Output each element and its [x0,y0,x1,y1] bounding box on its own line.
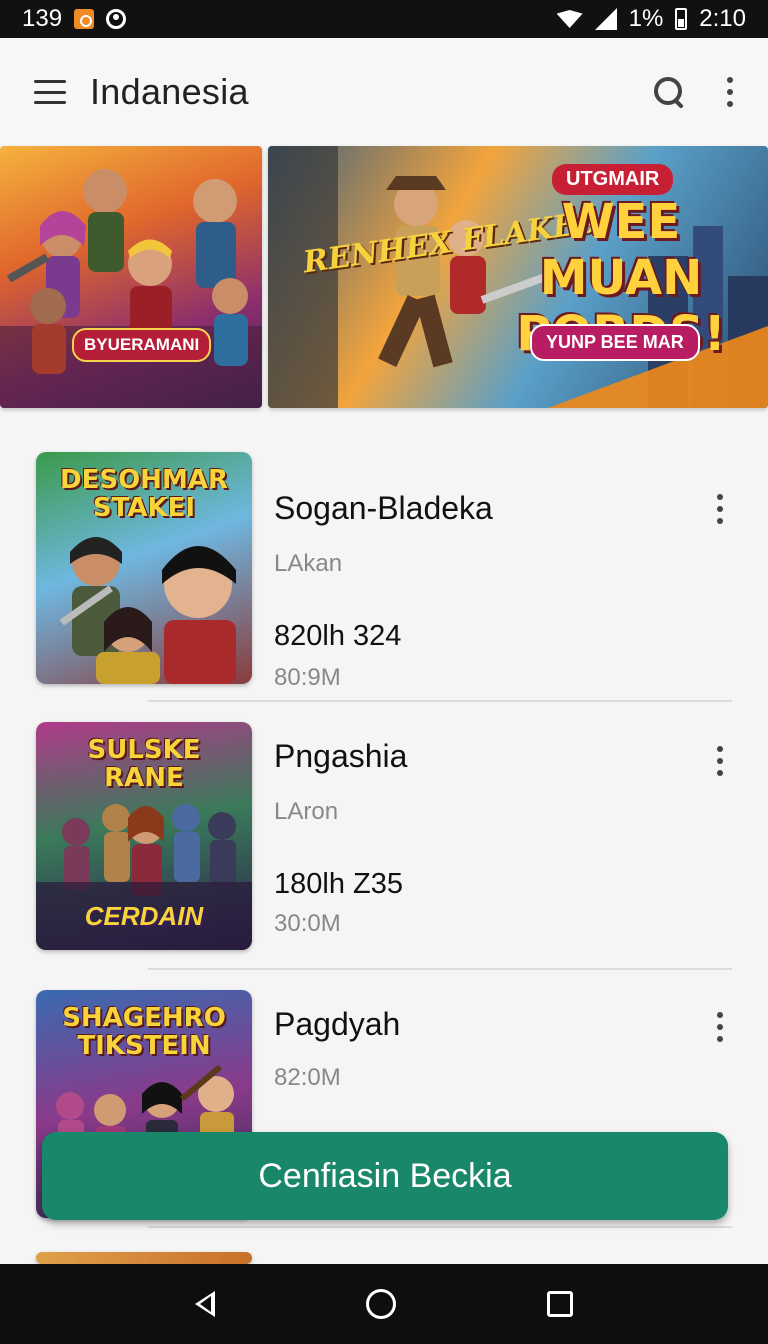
featured-banner-2[interactable]: RENHEX FLAKES UTGMAIR WEE MUAN PORDS! YU… [268,146,768,408]
list-divider [148,1226,732,1228]
list-divider [148,700,732,702]
list-item[interactable]: SULSKE RANE CERDAIN Pngashia LAron 180lh… [0,722,768,954]
signal-icon [594,8,617,30]
item-more-options-icon[interactable] [716,746,724,776]
thumbnail-subtitle: CERDAIN [84,901,204,931]
wifi-icon [556,10,583,28]
featured-banners: BYUERAMANI RENHEX FLAKES UTGMAIR WEE MUA… [0,146,768,408]
banner-2-badge: YUNP BEE MAR [530,324,700,361]
primary-cta-button[interactable]: Cenfiasin Beckia [42,1132,728,1220]
sync-icon [106,9,127,29]
notification-icon [74,9,95,29]
thumbnail-title: SULSKE RANE [87,735,201,793]
banner-2-top-tag: UTGMAIR [552,164,674,195]
more-options-icon[interactable] [726,77,734,107]
item-size: 82:0M [274,1064,341,1091]
banner-1-label: BYUERAMANI [72,328,212,362]
app-thumbnail: SULSKE RANE CERDAIN [36,722,252,950]
battery-icon [675,8,688,30]
item-stat: 820lh 324 [274,620,402,652]
item-title: Pagdyah [274,1006,401,1042]
item-title: Sogan-Bladeka [274,490,493,526]
search-icon[interactable] [652,75,686,109]
back-icon[interactable] [195,1291,216,1317]
item-size: 30:0M [274,910,341,937]
item-more-options-icon[interactable] [716,494,724,524]
hamburger-menu-icon[interactable] [34,80,66,104]
recent-apps-icon[interactable] [546,1291,573,1317]
item-title: Pngashia [274,738,408,774]
thumbnail-title: SHAGEHRO TIKSTEIN [62,1003,226,1061]
app-bar: Indanesia [0,38,768,146]
thumbnail-title: DESOHMAR STAKEI [60,465,228,523]
featured-banner-1[interactable]: BYUERAMANI [0,146,262,408]
page-title: Indanesia [90,71,249,112]
item-subtitle: LAkan [274,550,343,577]
item-subtitle: LAron [274,798,339,825]
app-thumbnail: DESOHMAR STAKEI [36,452,252,684]
banner-1-artwork [0,169,262,408]
battery-percent: 1% [628,5,664,32]
item-more-options-icon[interactable] [716,1012,724,1042]
next-app-thumbnail[interactable] [36,1252,252,1264]
item-size: 80:9M [274,664,341,691]
item-stat: 180lh Z35 [274,868,403,900]
status-bar: 139 1% 2:10 [0,0,768,38]
status-time-left: 139 [22,5,63,32]
system-nav-bar [0,1264,768,1344]
home-icon[interactable] [365,1289,396,1319]
status-clock: 2:10 [699,5,746,32]
list-item[interactable]: DESOHMAR STAKEI Sogan-Bladeka LAkan 820l… [0,452,768,691]
list-divider [148,968,732,970]
